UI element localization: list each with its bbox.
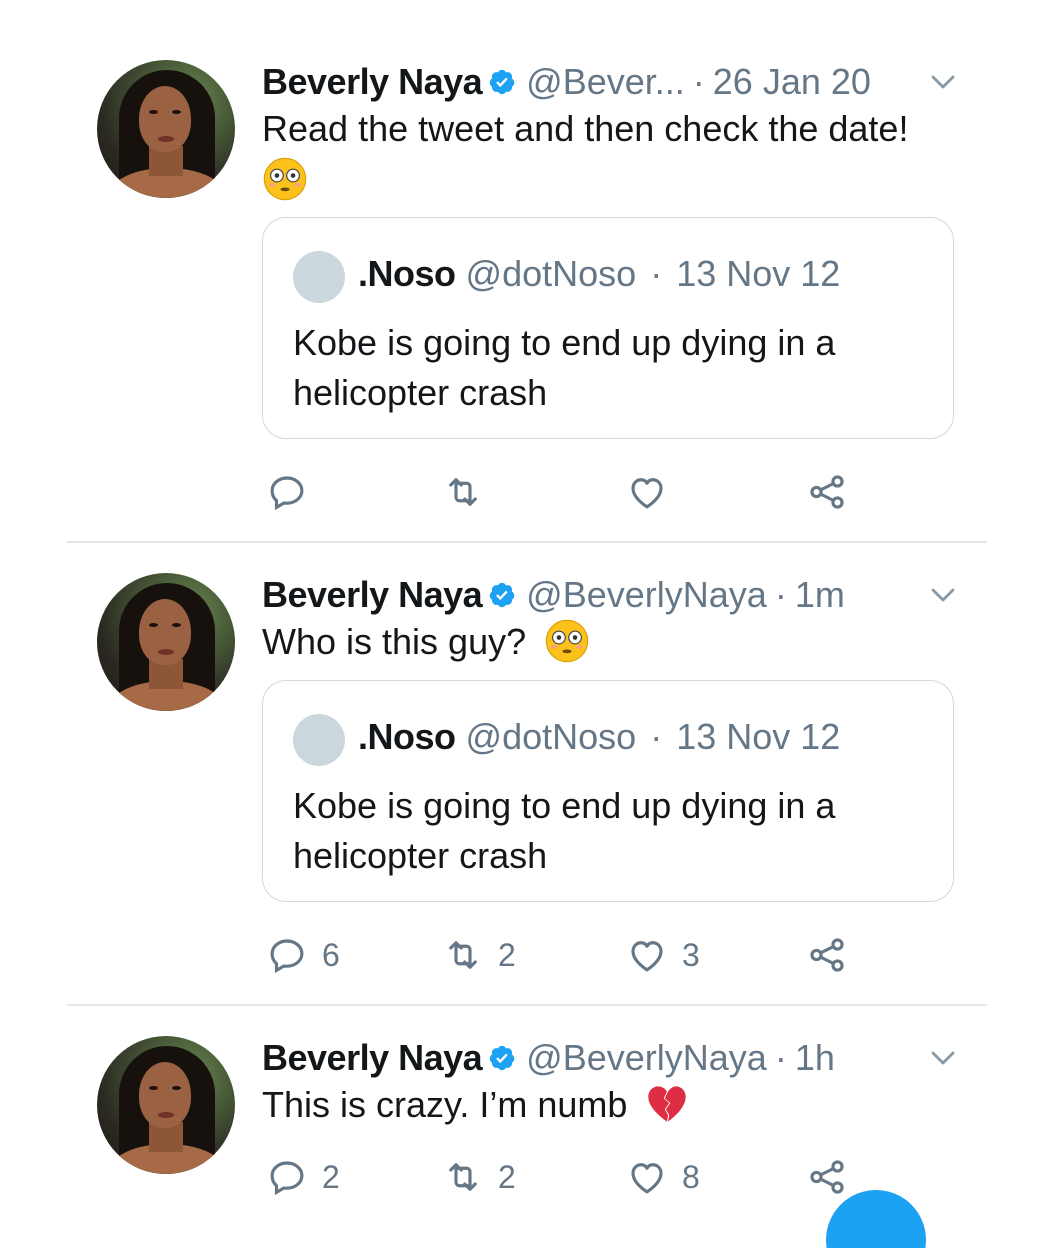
- tweet-header: Beverly Naya @BeverlyNaya · 1m: [262, 573, 845, 617]
- avatar[interactable]: [97, 573, 235, 711]
- quoted-tweet[interactable]: .Noso @dotNoso · 13 Nov 12 Kobe is going…: [262, 217, 954, 439]
- like-count: 8: [682, 1158, 700, 1195]
- broken-heart-emoji: [648, 1086, 687, 1123]
- avatar[interactable]: [97, 60, 235, 198]
- like-button[interactable]: 8: [626, 1152, 700, 1202]
- avatar[interactable]: [97, 1036, 235, 1174]
- separator-dot: ·: [774, 1037, 787, 1078]
- share-button[interactable]: [806, 930, 848, 980]
- author-handle[interactable]: @BeverlyNaya: [526, 1036, 767, 1080]
- chevron-down-icon[interactable]: [928, 67, 958, 97]
- quoted-avatar[interactable]: [293, 714, 345, 766]
- chevron-down-icon[interactable]: [928, 1043, 958, 1073]
- quoted-tweet[interactable]: .Noso @dotNoso · 13 Nov 12 Kobe is going…: [262, 680, 954, 902]
- quoted-text: Kobe is going to end up dying in a helic…: [293, 322, 836, 413]
- chevron-down-icon[interactable]: [928, 580, 958, 610]
- heart-icon: [631, 1163, 663, 1194]
- quoted-text: Kobe is going to end up dying in a helic…: [293, 785, 836, 876]
- reply-icon: [270, 1161, 304, 1196]
- separator-dot: ·: [650, 716, 663, 757]
- tweet-text: This is crazy. I’m numb: [262, 1080, 689, 1130]
- reply-button[interactable]: 6: [266, 930, 340, 980]
- reply-button[interactable]: 2: [266, 1152, 340, 1202]
- like-button[interactable]: [626, 467, 682, 517]
- tweet-actions: [262, 467, 882, 517]
- separator-dot: ·: [692, 61, 705, 102]
- tweet-header: Beverly Naya @BeverlyNaya · 1h: [262, 1036, 835, 1080]
- reply-count: 6: [322, 936, 340, 973]
- verified-badge-icon: [489, 582, 515, 608]
- tweet-text: Read the tweet and then check the date!: [262, 104, 908, 154]
- share-button[interactable]: [806, 467, 848, 517]
- tweet-text-content: This is crazy. I’m numb: [262, 1084, 628, 1125]
- retweet-button[interactable]: [442, 467, 498, 517]
- retweet-icon: [449, 941, 477, 969]
- tweet-timestamp[interactable]: 26 Jan 20: [713, 60, 871, 104]
- verified-badge-icon: [489, 1045, 515, 1071]
- tweet-timestamp[interactable]: 1h: [795, 1036, 835, 1080]
- reply-icon: [270, 476, 304, 511]
- tweet-text-content: Read the tweet and then check the date!: [262, 108, 909, 149]
- quoted-author-name: .Noso: [358, 716, 456, 757]
- share-icon: [810, 1160, 844, 1194]
- retweet-count: 2: [498, 936, 516, 973]
- author-handle[interactable]: @BeverlyNaya: [526, 573, 767, 617]
- like-count: 3: [682, 936, 700, 973]
- tweet-text-content: Who is this guy?: [262, 621, 527, 662]
- flushed-face-emoji: [263, 157, 307, 201]
- retweet-button[interactable]: 2: [442, 1152, 516, 1202]
- share-icon: [810, 938, 844, 972]
- verified-badge-icon: [489, 69, 515, 95]
- heart-icon: [631, 478, 663, 509]
- quoted-header: .Noso @dotNoso · 13 Nov 12: [358, 715, 840, 759]
- like-button[interactable]: 3: [626, 930, 700, 980]
- quoted-author-handle: @dotNoso: [465, 716, 637, 757]
- quoted-author-handle: @dotNoso: [465, 253, 637, 294]
- quoted-avatar[interactable]: [293, 251, 345, 303]
- author-name[interactable]: Beverly Naya: [262, 573, 483, 617]
- heart-icon: [631, 941, 663, 972]
- quoted-date: 13 Nov 12: [676, 253, 841, 294]
- tweet-feed: Beverly Naya @Bever... · 26 Jan 20 Read …: [0, 0, 1055, 1248]
- flushed-face-emoji: [545, 620, 589, 663]
- retweet-count: 2: [498, 1158, 516, 1195]
- quoted-date: 13 Nov 12: [676, 716, 841, 757]
- tweet-actions: 6 2 3: [262, 930, 882, 980]
- separator-dot: ·: [650, 253, 663, 294]
- tweet-text: Who is this guy?: [262, 617, 590, 667]
- author-name[interactable]: Beverly Naya: [262, 60, 483, 104]
- separator-dot: ·: [774, 574, 787, 615]
- tweet-timestamp[interactable]: 1m: [795, 573, 845, 617]
- retweet-button[interactable]: 2: [442, 930, 516, 980]
- divider: [67, 541, 987, 543]
- reply-count: 2: [322, 1158, 340, 1195]
- quoted-header: .Noso @dotNoso · 13 Nov 12: [358, 252, 840, 296]
- tweet-actions: 2 2 8: [262, 1152, 882, 1202]
- author-name[interactable]: Beverly Naya: [262, 1036, 483, 1080]
- share-icon: [810, 475, 844, 509]
- reply-button[interactable]: [266, 467, 322, 517]
- tweet-header: Beverly Naya @Bever... · 26 Jan 20: [262, 60, 871, 104]
- author-handle[interactable]: @Bever...: [526, 60, 685, 104]
- share-button[interactable]: [806, 1152, 848, 1202]
- divider: [67, 1004, 987, 1006]
- retweet-icon: [449, 1163, 477, 1191]
- quoted-author-name: .Noso: [358, 253, 456, 294]
- reply-icon: [270, 939, 304, 974]
- retweet-icon: [449, 478, 477, 506]
